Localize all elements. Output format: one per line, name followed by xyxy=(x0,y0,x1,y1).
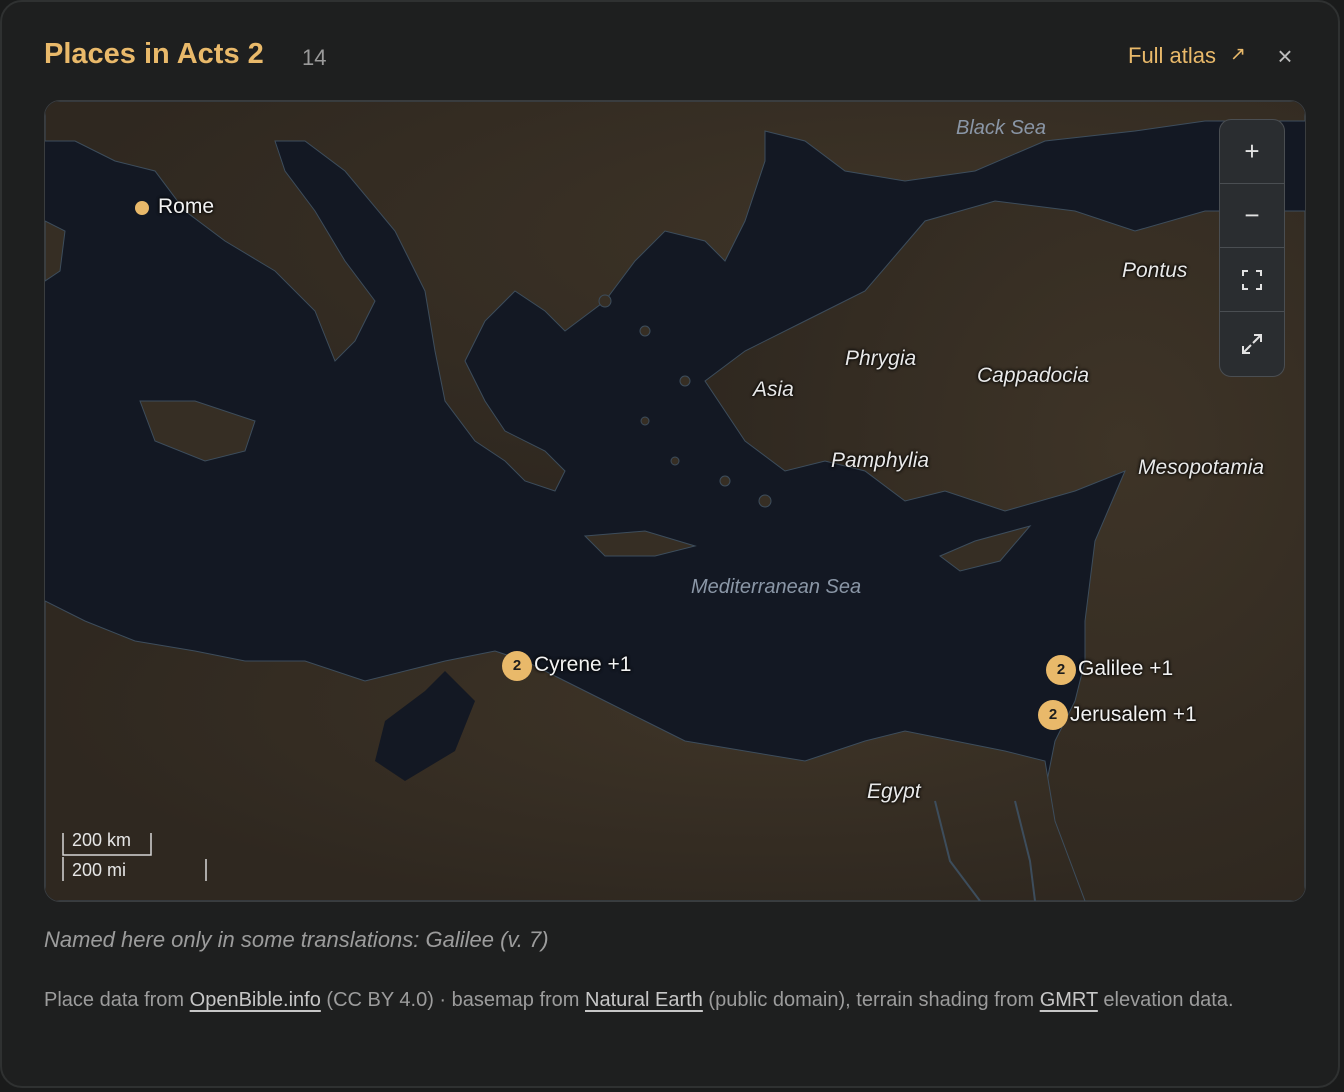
zoom-out-button[interactable]: − xyxy=(1220,184,1284,248)
region-cappadocia: Cappadocia xyxy=(977,364,1090,387)
map[interactable]: Black Sea Mediterranean Sea Pontus Phryg… xyxy=(44,100,1306,902)
cyrene-cluster-marker[interactable]: 2 xyxy=(502,651,532,681)
cyrene-label[interactable]: Cyrene +1 xyxy=(534,653,631,677)
full-atlas-link[interactable]: Full atlas xyxy=(1128,43,1216,69)
openbible-link[interactable]: OpenBible.info xyxy=(190,989,321,1011)
scale-km-label: 200 km xyxy=(72,830,132,850)
translation-note: Named here only in some translations: Ga… xyxy=(44,927,549,952)
places-count: 14 xyxy=(302,45,327,70)
attribution: Place data from OpenBible.info (CC BY 4.… xyxy=(44,983,1314,1017)
places-dialog: Places in Acts 2 14 Full atlas ↗ × Black… xyxy=(0,0,1340,1088)
region-asia: Asia xyxy=(753,378,794,401)
mediterranean-sea-label: Mediterranean Sea xyxy=(691,576,862,598)
fullscreen-button[interactable] xyxy=(1220,312,1284,376)
natural-earth-link[interactable]: Natural Earth xyxy=(585,989,703,1011)
map-controls: + − xyxy=(1219,119,1285,377)
credits-prefix: Place data from xyxy=(44,989,185,1011)
basemap xyxy=(45,101,1305,901)
region-egypt: Egypt xyxy=(867,780,921,803)
credits-license: (CC BY 4.0) · basemap from xyxy=(326,989,580,1011)
rome-label[interactable]: Rome xyxy=(158,195,214,219)
zoom-in-button[interactable]: + xyxy=(1220,120,1284,184)
jerusalem-cluster-marker[interactable]: 2 xyxy=(1038,700,1068,730)
black-sea-label: Black Sea xyxy=(956,117,1047,139)
scale-mi-label: 200 mi xyxy=(72,860,127,880)
region-pontus: Pontus xyxy=(1122,259,1188,282)
fit-bounds-icon xyxy=(1242,270,1262,290)
external-link-icon[interactable]: ↗ xyxy=(1230,43,1246,66)
gmrt-link[interactable]: GMRT xyxy=(1040,989,1098,1011)
dialog-title: Places in Acts 2 xyxy=(44,38,264,70)
region-pamphylia: Pamphylia xyxy=(831,449,930,472)
credits-suffix: elevation data. xyxy=(1103,989,1234,1011)
close-button[interactable]: × xyxy=(1272,42,1298,70)
fit-bounds-button[interactable] xyxy=(1220,248,1284,312)
galilee-cluster-marker[interactable]: 2 xyxy=(1046,655,1076,685)
region-phrygia: Phrygia xyxy=(845,347,917,370)
region-mesopotamia: Mesopotamia xyxy=(1138,456,1265,479)
credits-public-domain: (public domain), terrain shading from xyxy=(708,989,1035,1011)
jerusalem-label[interactable]: Jerusalem +1 xyxy=(1070,703,1197,727)
galilee-label[interactable]: Galilee +1 xyxy=(1078,657,1173,681)
rome-marker[interactable] xyxy=(135,201,149,215)
expand-icon xyxy=(1242,334,1262,354)
